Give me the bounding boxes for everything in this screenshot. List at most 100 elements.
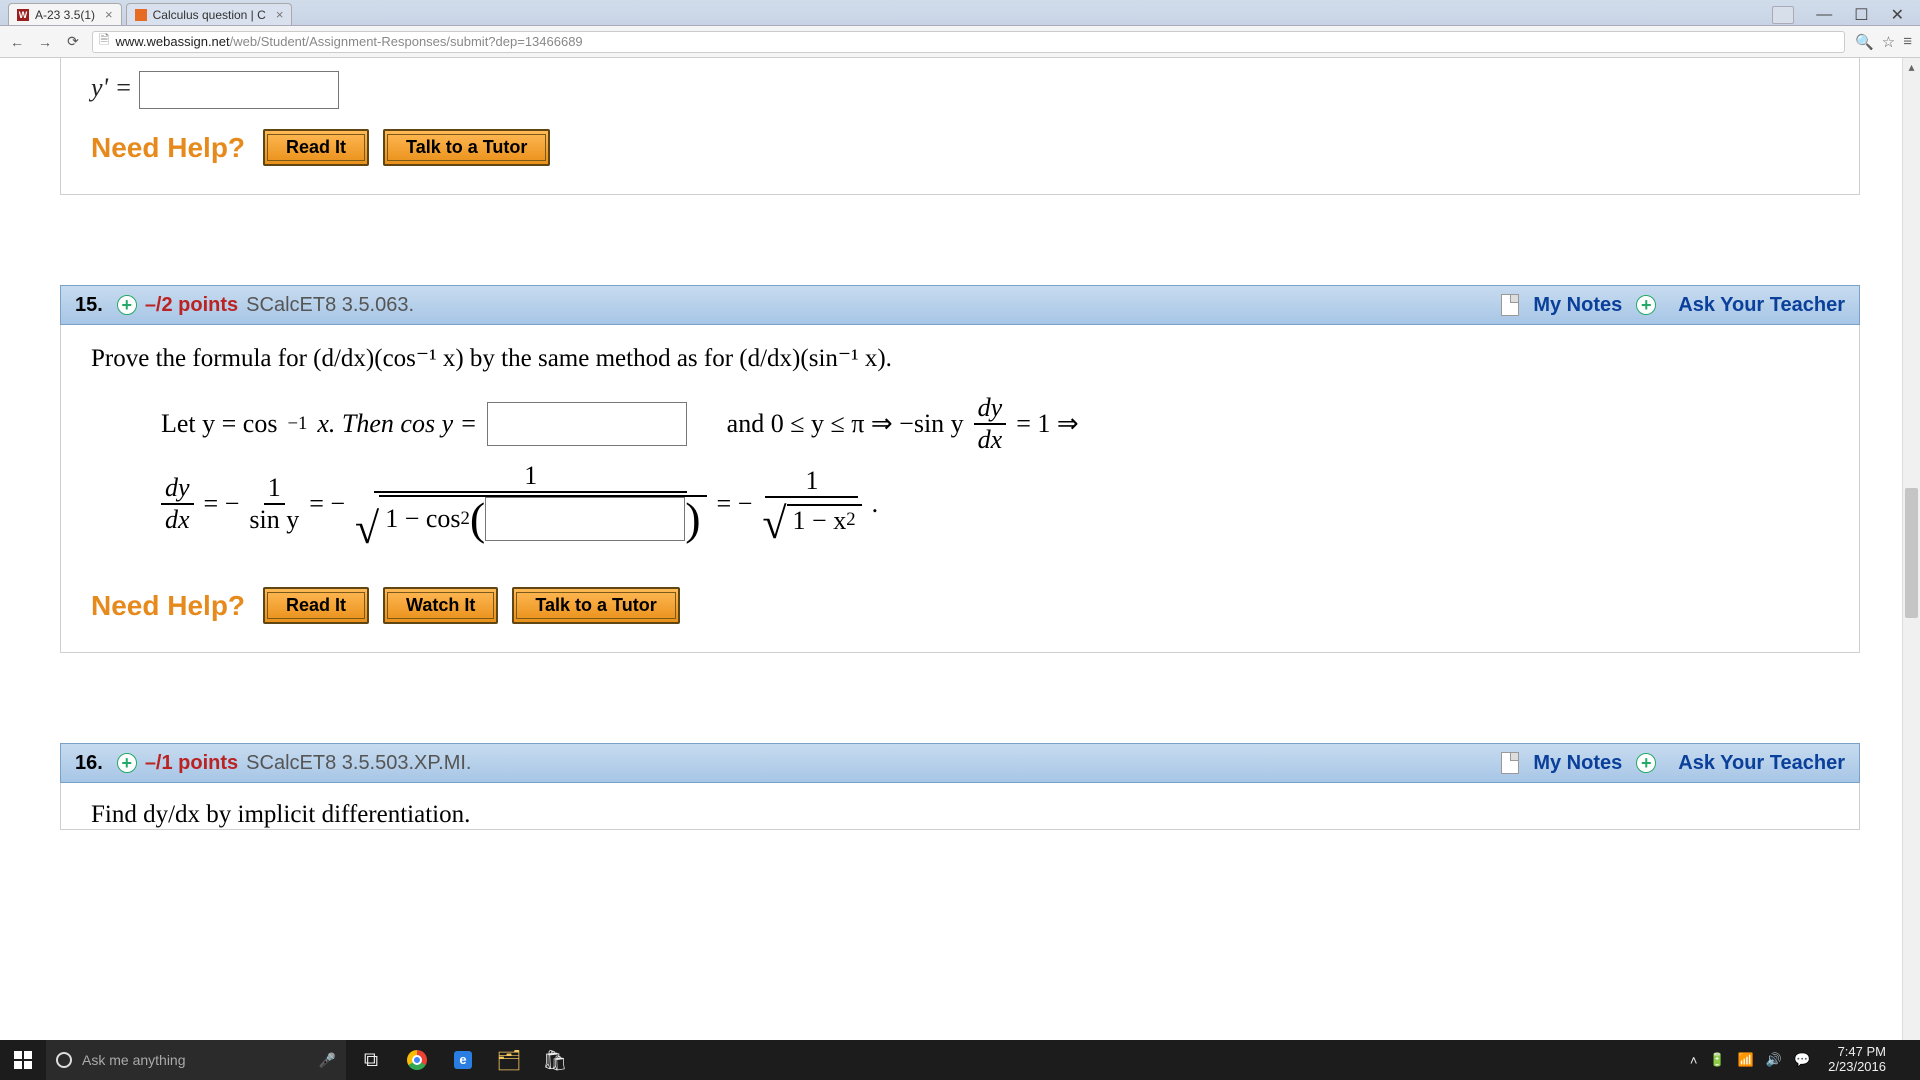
browser-tab-1[interactable]: W A-23 3.5(1) × <box>8 3 122 25</box>
page-viewport: y' = Need Help? Read It Talk to a Tutor … <box>0 58 1920 1052</box>
task-view-icon[interactable]: ⧉ <box>350 1040 392 1080</box>
need-help-label: Need Help? <box>91 590 245 622</box>
clock-time: 7:47 PM <box>1838 1045 1886 1060</box>
cortana-search[interactable]: Ask me anything 🎤 <box>46 1040 346 1080</box>
math-text: Let y = cos <box>161 409 277 439</box>
chrome-icon[interactable] <box>396 1040 438 1080</box>
wifi-icon[interactable]: 📶 <box>1738 1052 1754 1068</box>
question-16: 16. + –/1 points SCalcET8 3.5.503.XP.MI.… <box>60 743 1860 830</box>
radical-icon: √ <box>355 509 379 549</box>
search-placeholder: Ask me anything <box>82 1052 186 1068</box>
fraction-sqrt-cos2: 1 √ 1 − cos2 ( ) <box>355 463 707 545</box>
windows-logo-icon <box>14 1051 32 1069</box>
window-controls: — ☐ ✕ <box>1772 5 1912 25</box>
browser-toolbar: ← → ⟳ 🗎 www.webassign.net/web/Student/As… <box>0 26 1920 58</box>
fraction-sqrt-x2: 1 √ 1 − x2 <box>762 468 861 540</box>
scroll-up-icon[interactable]: ▴ <box>1903 58 1920 76</box>
menu-icon[interactable]: ≡ <box>1903 33 1912 51</box>
file-explorer-icon[interactable]: 🗂 <box>488 1040 530 1080</box>
expand-icon[interactable]: + <box>1636 753 1656 773</box>
math-text: and 0 ≤ y ≤ π ⇒ −sin y <box>727 409 964 439</box>
windows-taskbar: Ask me anything 🎤 ⧉ e 🗂 🛍 ˄ 🔋 📶 🔊 💬 7:47… <box>0 1040 1920 1080</box>
question-14: y' = Need Help? Read It Talk to a Tutor <box>60 58 1860 195</box>
math-text: = − <box>204 489 240 519</box>
question-number: 16. <box>75 752 103 775</box>
tray-chevron-icon[interactable]: ˄ <box>1690 1053 1698 1068</box>
need-help-label: Need Help? <box>91 132 245 164</box>
question-prompt: Find dy/dx by implicit differentiation. <box>61 783 1859 829</box>
back-icon[interactable]: ← <box>8 34 26 50</box>
zoom-icon[interactable]: 🔍 <box>1855 33 1874 51</box>
cortana-icon <box>56 1052 72 1068</box>
expand-icon[interactable]: + <box>117 753 137 773</box>
radical-icon: √ <box>762 504 786 544</box>
fraction-1-siny: 1 sin y <box>249 475 299 533</box>
note-icon[interactable] <box>1501 752 1519 774</box>
expand-icon[interactable]: + <box>1636 295 1656 315</box>
question-number: 15. <box>75 294 103 317</box>
math-text: = − <box>309 489 345 519</box>
expand-icon[interactable]: + <box>117 295 137 315</box>
points-label: –/1 points <box>145 752 238 775</box>
battery-icon[interactable]: 🔋 <box>1709 1052 1725 1068</box>
system-tray: ˄ 🔋 📶 🔊 💬 7:47 PM 2/23/2016 <box>1682 1045 1920 1075</box>
minimize-icon[interactable]: — <box>1816 6 1832 24</box>
question-prompt: Prove the formula for (d/dx)(cos⁻¹ x) by… <box>61 325 1859 381</box>
url-host: www.webassign.net <box>115 34 229 49</box>
answer-input-yprime[interactable] <box>139 71 339 109</box>
browser-tab-2[interactable]: Calculus question | C × <box>126 3 293 25</box>
forward-icon[interactable]: → <box>36 34 54 50</box>
question-15: 15. + –/2 points SCalcET8 3.5.063. My No… <box>60 285 1860 653</box>
math-text: = − <box>717 489 753 519</box>
favicon-icon: W <box>17 9 29 21</box>
maximize-icon[interactable]: ☐ <box>1854 5 1868 25</box>
close-icon[interactable]: × <box>276 7 284 22</box>
clock-date: 2/23/2016 <box>1828 1060 1886 1075</box>
read-it-button[interactable]: Read It <box>263 587 369 624</box>
watch-it-button[interactable]: Watch It <box>383 587 498 624</box>
browser-tabstrip: W A-23 3.5(1) × Calculus question | C × … <box>0 0 1920 26</box>
math-text: 1 − x <box>793 508 847 534</box>
volume-icon[interactable]: 🔊 <box>1766 1052 1782 1068</box>
talk-tutor-button[interactable]: Talk to a Tutor <box>383 129 550 166</box>
ask-teacher-link[interactable]: Ask Your Teacher <box>1678 752 1845 775</box>
points-label: –/2 points <box>145 294 238 317</box>
close-window-icon[interactable]: ✕ <box>1891 5 1904 25</box>
note-icon[interactable] <box>1501 294 1519 316</box>
math-line-2: dy dx = − 1 sin y = − 1 √ <box>61 459 1859 551</box>
notifications-icon[interactable]: 💬 <box>1794 1052 1810 1068</box>
store-icon[interactable]: 🛍 <box>534 1040 576 1080</box>
math-text: 1 − cos <box>385 506 460 532</box>
math-text: . <box>872 489 879 519</box>
reload-icon[interactable]: ⟳ <box>64 33 82 50</box>
read-it-button[interactable]: Read It <box>263 129 369 166</box>
close-icon[interactable]: × <box>105 7 113 22</box>
start-button[interactable] <box>0 1040 46 1080</box>
question-ref: SCalcET8 3.5.063. <box>246 294 414 317</box>
yprime-label: y' = <box>91 73 132 102</box>
scroll-thumb[interactable] <box>1905 488 1918 618</box>
tab-title: A-23 3.5(1) <box>35 8 95 22</box>
answer-input-cos2[interactable] <box>485 497 685 541</box>
question-ref: SCalcET8 3.5.503.XP.MI. <box>246 752 471 775</box>
question-header: 16. + –/1 points SCalcET8 3.5.503.XP.MI.… <box>60 743 1860 783</box>
url-path: /web/Student/Assignment-Responses/submit… <box>230 34 583 49</box>
my-notes-link[interactable]: My Notes <box>1533 294 1622 317</box>
page-icon: 🗎 <box>99 31 109 53</box>
math-line-1: Let y = cos−1 x. Then cos y = and 0 ≤ y … <box>61 381 1859 459</box>
edge-icon[interactable]: e <box>442 1040 484 1080</box>
address-bar[interactable]: 🗎 www.webassign.net/web/Student/Assignme… <box>92 31 1845 53</box>
question-header: 15. + –/2 points SCalcET8 3.5.063. My No… <box>60 285 1860 325</box>
my-notes-link[interactable]: My Notes <box>1533 752 1622 775</box>
math-text: x. Then cos y = <box>317 409 477 439</box>
taskbar-clock[interactable]: 7:47 PM 2/23/2016 <box>1822 1045 1892 1075</box>
ask-teacher-link[interactable]: Ask Your Teacher <box>1678 294 1845 317</box>
vertical-scrollbar[interactable]: ▴ ▾ <box>1902 58 1920 1052</box>
math-text: = 1 ⇒ <box>1016 409 1078 439</box>
fraction-dydx: dy dx <box>974 395 1007 453</box>
talk-tutor-button[interactable]: Talk to a Tutor <box>512 587 679 624</box>
mic-icon[interactable]: 🎤 <box>319 1052 336 1069</box>
star-icon[interactable]: ☆ <box>1882 33 1895 51</box>
answer-input-cosy[interactable] <box>487 402 687 446</box>
user-icon[interactable] <box>1772 6 1794 24</box>
